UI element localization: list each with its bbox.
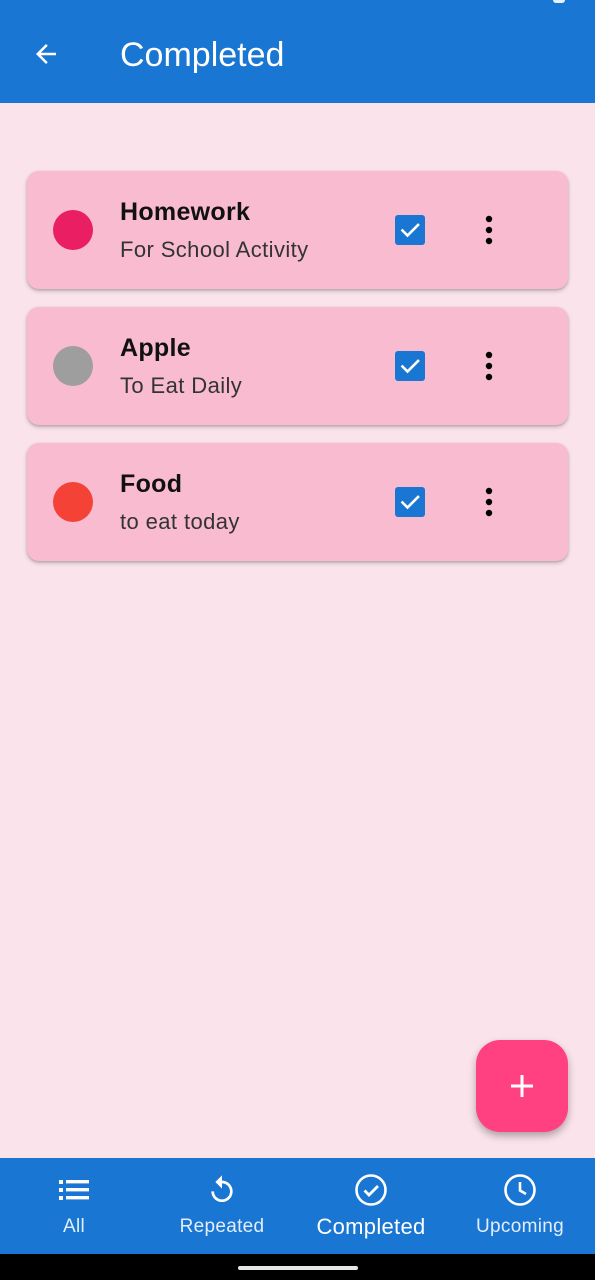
more-options-button[interactable] (467, 343, 511, 389)
task-card-apple[interactable]: Apple To Eat Daily (27, 307, 568, 425)
check-icon (400, 495, 420, 510)
status-bar-indicator (553, 0, 565, 3)
check-circle-icon (353, 1172, 389, 1208)
plus-icon (511, 1075, 533, 1097)
app-bar: Completed (0, 0, 595, 103)
more-vert-icon (485, 487, 493, 517)
nav-item-completed[interactable]: Completed (297, 1158, 445, 1254)
system-navigation-bar (0, 1254, 595, 1280)
clock-icon (502, 1172, 538, 1208)
page-title: Completed (120, 36, 285, 74)
nav-item-upcoming[interactable]: Upcoming (446, 1158, 594, 1254)
nav-item-repeated[interactable]: Repeated (148, 1158, 296, 1254)
task-list: Homework For School Activity Apple To Ea… (27, 171, 568, 579)
list-icon (56, 1172, 92, 1208)
bottom-navigation: All Repeated Completed Upcoming (0, 1158, 595, 1254)
task-title: Apple (120, 334, 191, 362)
task-completed-checkbox[interactable] (395, 215, 425, 245)
check-icon (400, 223, 420, 238)
more-vert-icon (485, 351, 493, 381)
nav-item-all[interactable]: All (0, 1158, 148, 1254)
more-options-button[interactable] (467, 207, 511, 253)
nav-label: Completed (316, 1214, 426, 1239)
nav-label: Repeated (179, 1216, 265, 1237)
task-subtitle: To Eat Daily (120, 373, 243, 398)
task-subtitle: to eat today (120, 509, 240, 534)
nav-label: Upcoming (476, 1216, 564, 1237)
arrow-back-icon (36, 44, 56, 64)
task-card-food[interactable]: Food to eat today (27, 443, 568, 561)
repeat-icon (204, 1172, 240, 1208)
check-icon (400, 359, 420, 374)
nav-label: All (62, 1216, 85, 1237)
task-title: Food (120, 470, 183, 498)
task-title: Homework (120, 198, 251, 226)
more-vert-icon (485, 215, 493, 245)
more-options-button[interactable] (467, 479, 511, 525)
back-button[interactable] (24, 32, 68, 76)
task-color-dot (53, 482, 93, 522)
task-color-dot (53, 346, 93, 386)
add-task-button[interactable] (476, 1040, 568, 1132)
task-completed-checkbox[interactable] (395, 351, 425, 381)
task-card-homework[interactable]: Homework For School Activity (27, 171, 568, 289)
home-indicator[interactable] (238, 1266, 358, 1270)
task-color-dot (53, 210, 93, 250)
task-completed-checkbox[interactable] (395, 487, 425, 517)
task-subtitle: For School Activity (120, 237, 309, 262)
